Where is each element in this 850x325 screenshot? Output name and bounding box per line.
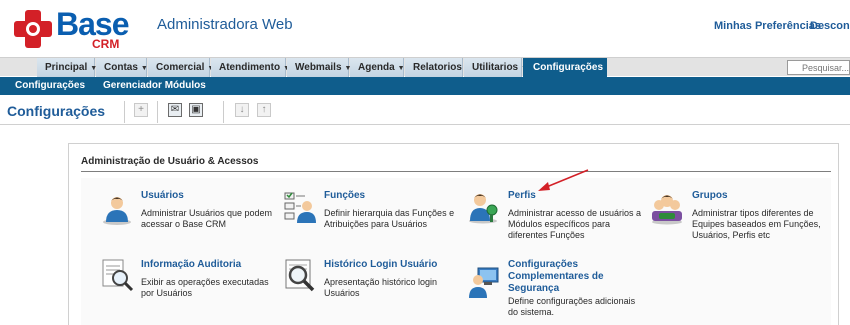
dropdown-arrow-icon: ▼ bbox=[397, 65, 405, 72]
preferences-link[interactable]: Minhas Preferências bbox=[714, 20, 821, 32]
desc-line: diferentes Funções bbox=[508, 230, 585, 240]
desc-line: Exibir as operações executadas bbox=[141, 277, 269, 287]
desc-line: Administrar Usuários que podem bbox=[141, 208, 273, 218]
toolbar-divider bbox=[124, 101, 125, 123]
desc-line: Define configurações adicionais bbox=[508, 296, 636, 306]
panel-title: Administração de Usuário & Acessos bbox=[81, 156, 831, 172]
menu-label: Relatorios bbox=[413, 62, 462, 73]
desc-line: Usuários bbox=[324, 288, 360, 298]
card-desc-seguranca: Define configurações adicionais do siste… bbox=[508, 296, 635, 318]
menu-label: Comercial bbox=[156, 62, 205, 73]
card-title-seguranca[interactable]: Configurações Complementares de Seguranç… bbox=[508, 259, 604, 295]
audit-icon[interactable] bbox=[100, 258, 134, 292]
title-line: Complementares de bbox=[508, 271, 604, 282]
desc-line: Módulos específicos para bbox=[508, 219, 611, 229]
annotation-arrow-icon bbox=[538, 169, 589, 191]
menu-agenda[interactable]: Agenda ▼ bbox=[350, 58, 405, 77]
menu-relatorios[interactable]: Relatorios▼ bbox=[405, 58, 472, 77]
title-divider bbox=[0, 124, 850, 125]
menu-contas[interactable]: Contas ▼ bbox=[96, 58, 148, 77]
menu-principal[interactable]: Principal ▼ bbox=[37, 58, 97, 77]
card-desc-auditoria: Exibir as operações executadas por Usuár… bbox=[141, 277, 269, 299]
title-line: Configurações bbox=[508, 259, 579, 270]
export-icon[interactable]: ↑ bbox=[257, 103, 271, 117]
desc-line: Administrar acesso de usuários a bbox=[508, 208, 642, 218]
login-history-icon[interactable] bbox=[283, 258, 317, 292]
submenu-gerenciador-modulos[interactable]: Gerenciador Módulos bbox=[103, 77, 206, 95]
menu-label: Atendimento bbox=[219, 62, 281, 73]
main-menu: Principal▼ Contas▼ Comercial▼ Atendiment… bbox=[0, 57, 850, 77]
desc-line: do sistema. bbox=[508, 307, 555, 317]
logo-cross-icon bbox=[14, 10, 52, 48]
menu-configuracoes[interactable]: Configurações bbox=[523, 58, 607, 77]
menu-label: Utilitarios bbox=[472, 62, 519, 73]
logout-link[interactable]: Desconectar bbox=[810, 20, 850, 32]
card-title-auditoria[interactable]: Informação Auditoria bbox=[141, 259, 241, 271]
title-line: Segurança bbox=[508, 283, 560, 294]
save-icon[interactable]: ▣ bbox=[189, 103, 203, 117]
desc-line: Equipes baseados em Funções, bbox=[692, 219, 821, 229]
menu-comercial[interactable]: Comercial▼ bbox=[148, 58, 214, 77]
card-title-grupos[interactable]: Grupos bbox=[692, 190, 728, 202]
import-icon[interactable]: ↓ bbox=[235, 103, 249, 117]
menu-webmails[interactable]: Webmails ▼ bbox=[287, 58, 351, 77]
app-title: Administradora Web bbox=[157, 16, 293, 33]
card-desc-funcoes: Definir hierarquia das Funções e Atribui… bbox=[324, 208, 454, 230]
desc-line: Apresentação histórico login bbox=[324, 277, 438, 287]
security-settings-icon[interactable] bbox=[466, 266, 500, 300]
dropdown-arrow-icon: ▼ bbox=[140, 65, 148, 72]
menu-label: Webmails bbox=[295, 62, 342, 73]
card-title-historico-login[interactable]: Histórico Login Usuário bbox=[324, 259, 437, 271]
toolbar-divider bbox=[223, 101, 224, 123]
desc-line: Administrar tipos diferentes de bbox=[692, 208, 814, 218]
submenu-configuracoes[interactable]: Configurações bbox=[15, 77, 85, 95]
card-desc-grupos: Administrar tipos diferentes de Equipes … bbox=[692, 208, 821, 241]
roles-icon[interactable] bbox=[283, 190, 317, 224]
card-desc-historico-login: Apresentação histórico login Usuários bbox=[324, 277, 437, 299]
menu-label: Contas bbox=[104, 62, 138, 73]
envelope-icon[interactable]: ✉ bbox=[168, 103, 182, 117]
page-title: Configurações bbox=[7, 103, 106, 119]
menu-utilitarios[interactable]: Utilitarios▼ bbox=[464, 58, 528, 77]
desc-line: Atribuições para Usuários bbox=[324, 219, 428, 229]
card-desc-usuarios: Administrar Usuários que podem acessar o… bbox=[141, 208, 272, 230]
menu-label: Principal bbox=[45, 62, 88, 73]
desc-line: acessar o Base CRM bbox=[141, 219, 227, 229]
desc-line: Usuários, Perfis etc bbox=[692, 230, 771, 240]
card-title-funcoes[interactable]: Funções bbox=[324, 190, 365, 202]
search-input[interactable] bbox=[787, 60, 850, 75]
desc-line: Definir hierarquia das Funções e bbox=[324, 208, 455, 218]
groups-icon[interactable] bbox=[650, 191, 684, 225]
menu-label: Agenda bbox=[358, 62, 395, 73]
logo-sub-text: CRM bbox=[92, 37, 120, 51]
sub-menu: Configurações Gerenciador Módulos bbox=[0, 77, 850, 95]
toolbar-divider bbox=[157, 101, 158, 123]
profiles-icon[interactable] bbox=[466, 190, 500, 224]
menu-atendimento[interactable]: Atendimento▼ bbox=[211, 58, 290, 77]
user-icon[interactable] bbox=[100, 192, 134, 226]
base-crm-logo[interactable]: Base CRM bbox=[12, 6, 132, 52]
card-desc-perfis: Administrar acesso de usuários a Módulos… bbox=[508, 208, 641, 241]
card-title-usuarios[interactable]: Usuários bbox=[141, 190, 184, 202]
add-icon[interactable]: + bbox=[134, 103, 148, 117]
desc-line: por Usuários bbox=[141, 288, 193, 298]
